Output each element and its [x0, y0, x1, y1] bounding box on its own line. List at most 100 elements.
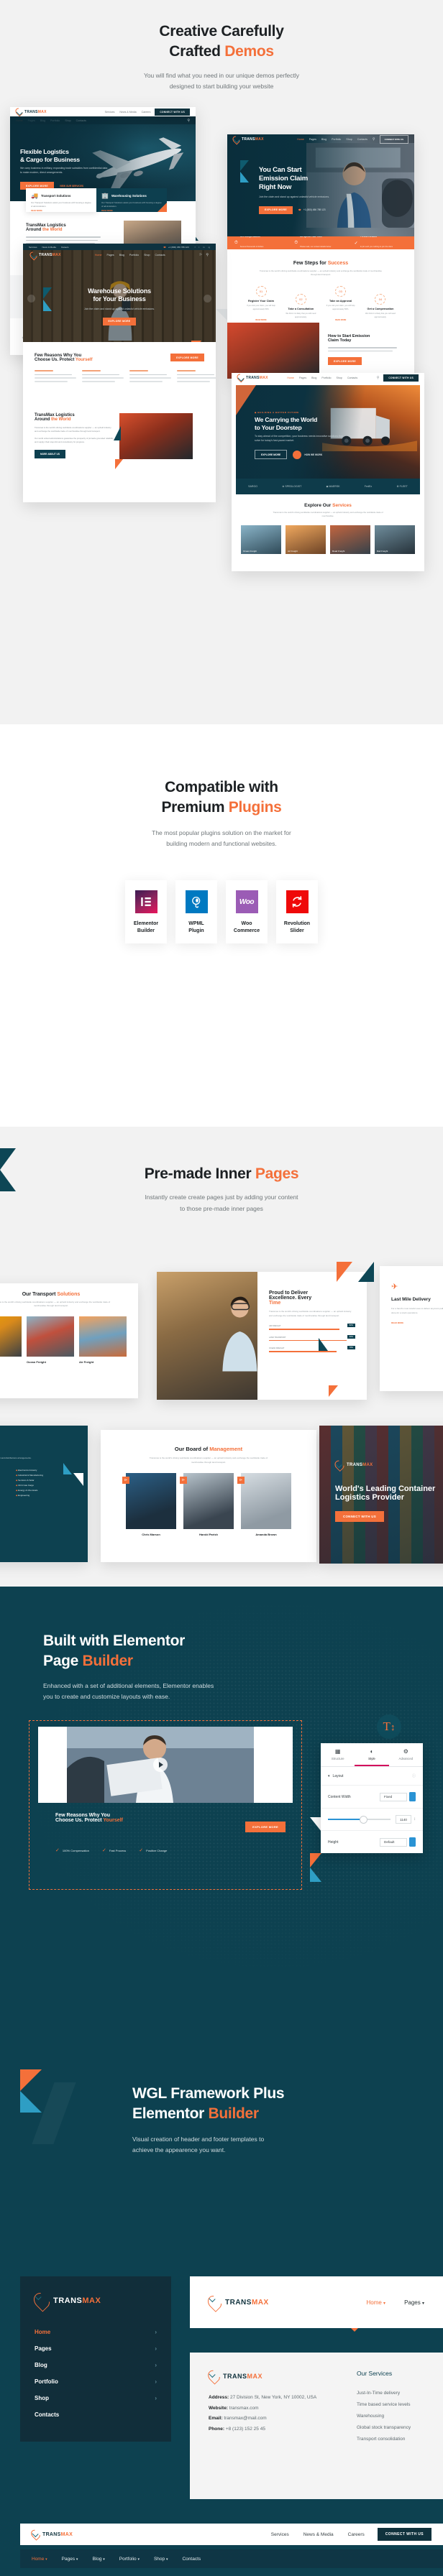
inner-page-container-logistics[interactable]: TRANSMAX World's Leading Container Logis… — [319, 1426, 443, 1564]
shot2-mainnav[interactable]: Home Pages Blog Portfolio Shop Contacts — [297, 138, 367, 141]
bottom-dark-bar[interactable]: Home ▾ Pages ▾ Blog ▾ Portfolio ▾ Shop ▾… — [20, 2549, 443, 2568]
inner-page-transport-solutions[interactable]: Our Transport Solutions Transmax is the … — [0, 1283, 138, 1398]
plugin-card-elementor[interactable]: Elementor Builder — [125, 880, 167, 944]
footer-template-card[interactable]: TRANSMAX Address: 27 Division St, New Yo… — [190, 2353, 443, 2499]
transport-card[interactable]: Ocean Freight — [27, 1316, 74, 1364]
width-value[interactable]: 1140 — [396, 1815, 411, 1824]
shot4-cta[interactable]: CONNECT WITH US — [383, 374, 419, 382]
menu-card-logo[interactable]: TRANSMAX — [35, 2292, 157, 2309]
header-card-logo[interactable]: TRANSMAX — [209, 2295, 269, 2310]
panel-row-width-slider[interactable]: 1140 ↕ — [321, 1809, 423, 1831]
shot4-mainnav[interactable]: Home Pages Blog Portfolio Shop Contacts — [287, 377, 357, 379]
header-nav-pages[interactable]: Pages ▾ — [404, 2299, 424, 2306]
dark-nav-pages[interactable]: Pages ▾ — [62, 2557, 78, 2562]
stepper-icon[interactable] — [409, 1792, 416, 1801]
footer-service-item[interactable]: Transport consolidation — [357, 2434, 411, 2445]
plugin-card-revolution-slider[interactable]: Revolution Slider — [276, 880, 318, 944]
footer-service-item[interactable]: Global stock transparency — [357, 2422, 411, 2434]
shot2-banner-btn[interactable]: EXPLORE MORE — [328, 357, 362, 366]
service-card[interactable]: Rail Freight — [375, 525, 415, 555]
elementor-widget-heading[interactable]: Few Reasons Why You Choose Us. Protect Y… — [55, 1813, 123, 1823]
transport-card[interactable]: Road Transport — [0, 1316, 22, 1364]
service-card[interactable]: Road Freight — [330, 525, 370, 555]
bottom-nav-careers[interactable]: Careers — [348, 2532, 365, 2537]
bottom-bar-nav[interactable]: Services News & Media Careers — [271, 2532, 365, 2537]
bottom-nav-services[interactable]: Services — [271, 2532, 289, 2537]
menu-item-shop[interactable]: Shop › — [35, 2390, 157, 2406]
tab-structure[interactable]: ▦ Structure — [321, 1743, 355, 1766]
bottom-bar-logo[interactable]: TRANSMAX — [32, 2529, 73, 2539]
shot3-header[interactable]: TRANSMAX Home Pages Blog Portfolio Shop … — [23, 250, 216, 260]
panel-row-height[interactable]: Height Default — [321, 1831, 423, 1853]
dark-nav-home[interactable]: Home ▾ — [32, 2557, 47, 2562]
shot2-cta[interactable]: CONNECT WITH US — [379, 135, 408, 144]
shot1-btn-secondary[interactable]: VIEW OUR SERVICES — [60, 185, 83, 188]
menu-item-portfolio[interactable]: Portfolio › — [35, 2373, 157, 2390]
shot1-card-warehousing[interactable]: 🏢 Warehousing Solutions Our Transport So… — [96, 188, 167, 213]
phone-icon[interactable]: ☎ — [163, 246, 166, 249]
panel-row-content-width[interactable]: Content Width Fixed — [321, 1786, 423, 1809]
tab-style[interactable]: ◐ Style — [355, 1743, 389, 1766]
shot4-btn-primary[interactable]: EXPLORE MORE — [255, 450, 288, 460]
share-icon[interactable]: ⊳ — [237, 1477, 245, 1485]
service-card[interactable]: Ocean Freight — [241, 525, 281, 555]
shot3-mainnav[interactable]: Home Pages Blog Portfolio Shop Contacts — [95, 254, 165, 257]
plugin-card-wpml[interactable]: WPML Plugin — [175, 880, 217, 944]
search-icon[interactable]: ⚲ — [373, 137, 375, 142]
container-cta[interactable]: CONNECT WITH US — [335, 1511, 384, 1522]
footer-service-item[interactable]: Time based service levels — [357, 2399, 411, 2411]
elementor-widget-button[interactable]: EXPLORE MORE — [245, 1822, 286, 1832]
team-member[interactable]: ⊳ Harold Parish — [180, 1473, 234, 1536]
shot2-logo[interactable]: TRANSMAX — [233, 136, 264, 144]
stepper-icon[interactable] — [409, 1837, 416, 1847]
content-width-select[interactable]: Fixed — [380, 1792, 407, 1801]
inner-page-board-of-management[interactable]: Our Board of Management Transmax is the … — [101, 1430, 316, 1562]
elementor-settings-panel[interactable]: ▦ Structure ◐ Style ⚙ Advanced ▾ Layout ⓘ Co… — [321, 1743, 423, 1853]
bottom-nav-news[interactable]: News & Media — [303, 2532, 334, 2537]
spinner-icon[interactable]: ↕ — [414, 1817, 416, 1822]
dark-nav-contacts[interactable]: Contacts — [182, 2557, 201, 2562]
shot3-logo[interactable]: TRANSMAX — [30, 251, 61, 259]
demo-shot-warehouse[interactable]: Services News & Media Careers ☎ +1 (800)… — [23, 244, 216, 503]
transport-card[interactable]: Air Freight — [79, 1316, 127, 1364]
panel-tabs[interactable]: ▦ Structure ◐ Style ⚙ Advanced — [321, 1743, 423, 1767]
inner-page-last-mile-delivery[interactable]: ✈ Last Mile Delivery For a hand's most c… — [380, 1266, 443, 1391]
shot3-topbar[interactable]: Services News & Media Careers ☎ +1 (800)… — [23, 244, 216, 251]
shot3-reasons-btn[interactable]: EXPLORE MORE — [170, 354, 204, 362]
height-select[interactable]: Default — [380, 1837, 407, 1847]
elementor-widget-image[interactable] — [38, 1727, 293, 1803]
shot3-about-btn[interactable]: MORE ABOUT US — [35, 449, 65, 458]
header-card-nav[interactable]: Home ▾ Pages ▾ — [366, 2299, 424, 2306]
shot4-header[interactable]: TRANSMAX Home Pages Blog Portfolio Shop … — [232, 373, 424, 383]
shot4-logo[interactable]: TRANSMAX — [237, 374, 268, 382]
shot2-header[interactable]: TRANSMAX Home Pages Blog Portfolio Shop … — [227, 134, 414, 144]
footer-service-item[interactable]: Just-In-Time delivery — [357, 2388, 411, 2399]
play-button[interactable] — [153, 1758, 168, 1772]
mobile-menu-card[interactable]: TRANSMAX Home › Pages › Blog › Portfolio › S… — [20, 2276, 171, 2442]
plugin-card-woocommerce[interactable]: Woo Woo Commerce — [226, 880, 268, 944]
footer-service-item[interactable]: Warehousing — [357, 2411, 411, 2422]
share-icon[interactable]: ⊳ — [122, 1477, 129, 1485]
shot1-topnav[interactable]: Services News & Media Careers — [105, 111, 151, 114]
tab-advanced[interactable]: ⚙ Advanced — [389, 1743, 423, 1766]
panel-group-layout[interactable]: ▾ Layout ⓘ — [321, 1767, 423, 1786]
team-member[interactable]: ⊳ Amanda Brown — [237, 1473, 291, 1536]
bottom-dark-nav[interactable]: Home ▾ Pages ▾ Blog ▾ Portfolio ▾ Shop ▾… — [32, 2557, 201, 2562]
shot2-phone[interactable]: ☎ +1 (800) 456 789 123 — [298, 208, 326, 211]
dark-nav-shop[interactable]: Shop ▾ — [154, 2557, 168, 2562]
inner-page-proud-to-deliver[interactable]: Proud to Deliver Excellence. Every Time … — [157, 1272, 367, 1400]
width-slider[interactable] — [328, 1816, 391, 1823]
menu-item-pages[interactable]: Pages › — [35, 2340, 157, 2357]
footer-card-logo[interactable]: TRANSMAX — [209, 2370, 328, 2383]
search-icon[interactable]: ⚲ — [206, 253, 209, 257]
shot3-btn-primary[interactable]: EXPLORE MORE — [102, 317, 137, 326]
service-card[interactable]: Air Freight — [286, 525, 326, 555]
menu-item-home[interactable]: Home › — [35, 2324, 157, 2340]
shot1-cta[interactable]: CONNECT WITH US — [155, 108, 190, 116]
dark-nav-portfolio[interactable]: Portfolio ▾ — [119, 2557, 140, 2562]
shot1-card-transport[interactable]: 🚚 Transport Solutions Our Transport Solu… — [26, 188, 96, 213]
shot1-logo[interactable]: TRANSMAX — [16, 108, 47, 116]
header-template-card[interactable]: TRANSMAX Home ▾ Pages ▾ — [190, 2276, 443, 2332]
shot2-btn-primary[interactable]: EXPLORE MORE — [259, 206, 293, 214]
demo-shot-emission-claim[interactable]: TRANSMAX Home Pages Blog Portfolio Shop … — [227, 134, 414, 379]
